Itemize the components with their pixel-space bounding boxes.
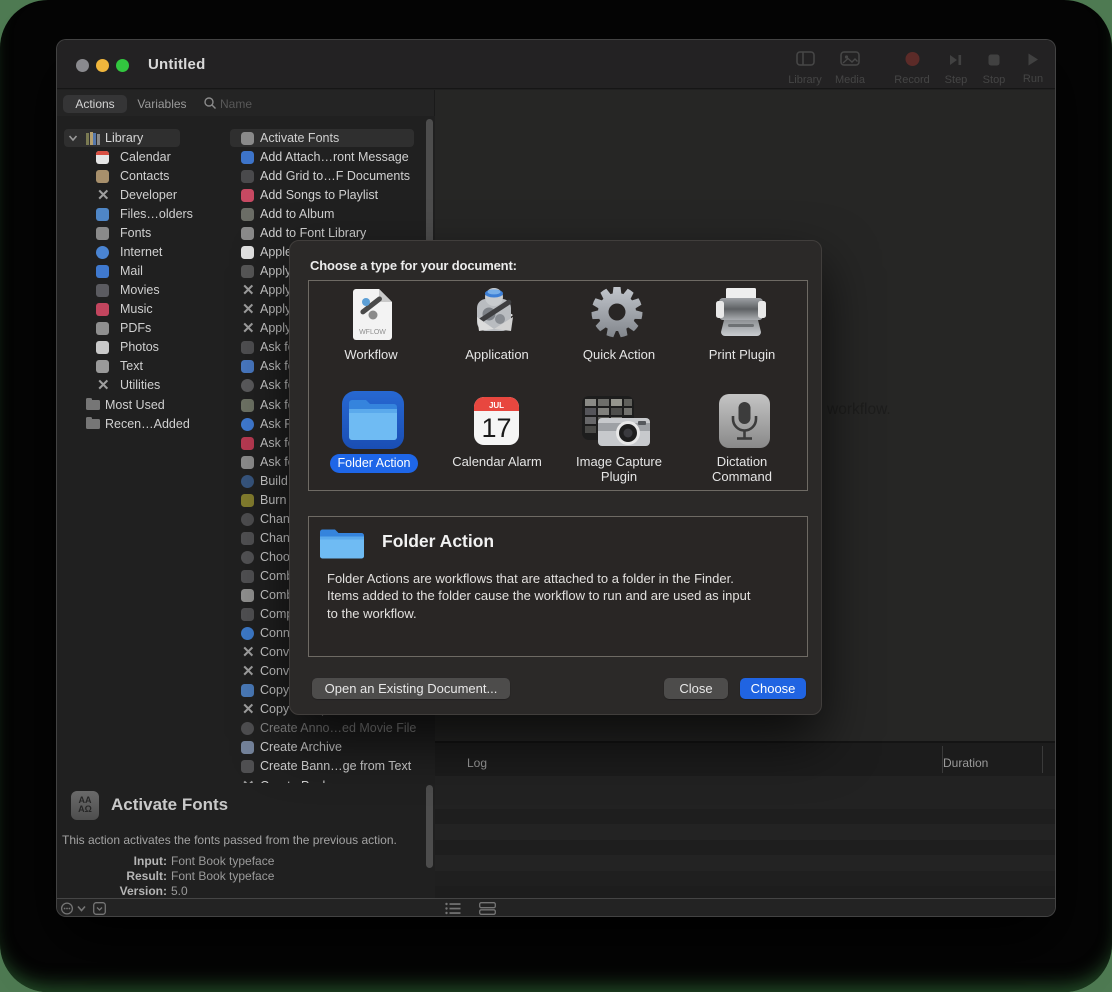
svg-text:JUL: JUL <box>489 401 504 410</box>
svg-text:17: 17 <box>481 413 511 443</box>
svg-text:WFLOW: WFLOW <box>359 329 386 336</box>
